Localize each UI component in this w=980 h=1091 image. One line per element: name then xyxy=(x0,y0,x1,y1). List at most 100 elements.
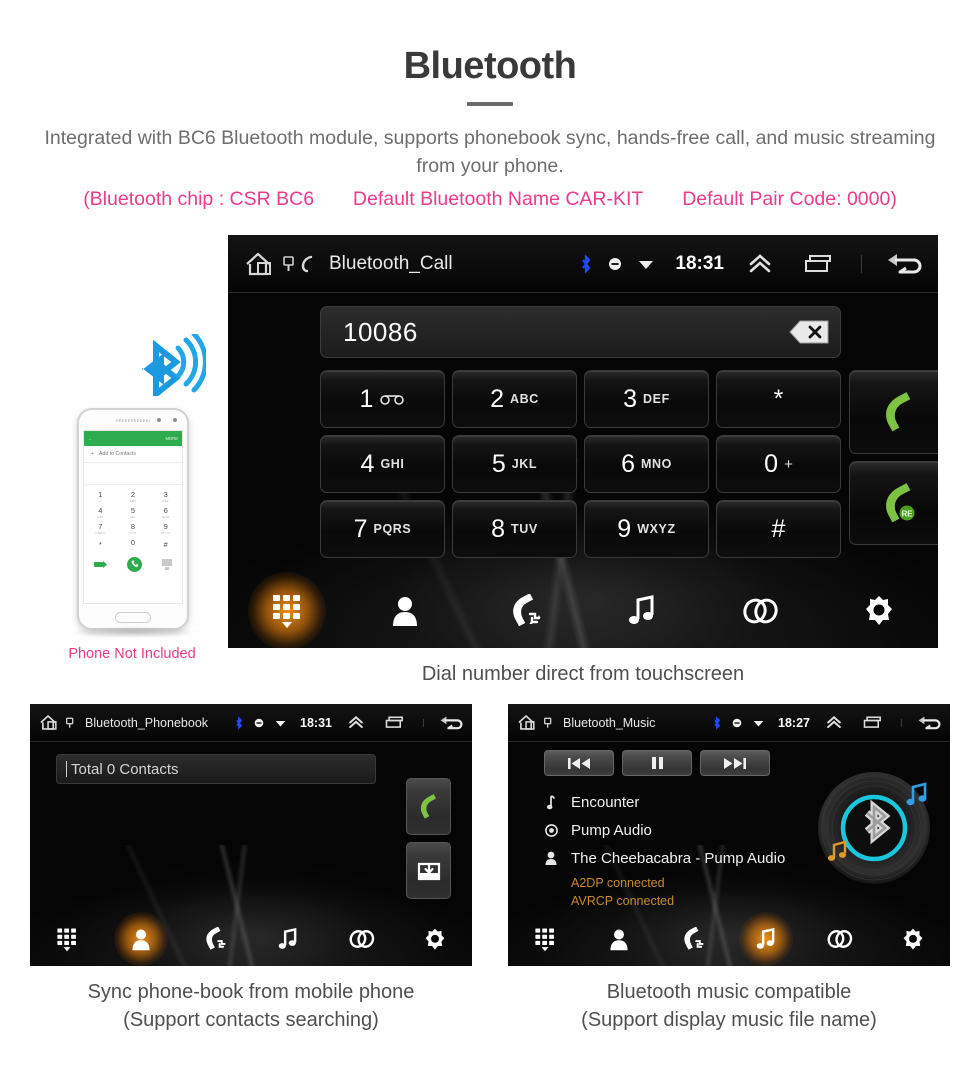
phone-key-digit: 0 xyxy=(130,538,136,548)
call-history-icon xyxy=(513,594,541,627)
contacts-search-input[interactable]: Total 0 Contacts xyxy=(56,754,376,784)
phone-call-button xyxy=(127,556,142,572)
phone-camera xyxy=(173,418,177,422)
key-4[interactable]: 4 GHI xyxy=(320,435,445,493)
next-track-button[interactable] xyxy=(700,750,770,776)
bottom-nav xyxy=(30,912,472,966)
nav-settings[interactable] xyxy=(398,928,472,951)
phone-key: # xyxy=(149,537,182,553)
call-button[interactable] xyxy=(849,370,938,454)
recents-icon[interactable] xyxy=(801,251,837,277)
key-2[interactable]: 2 ABC xyxy=(452,370,577,428)
nav-call-history[interactable] xyxy=(465,594,583,628)
nav-music[interactable] xyxy=(251,927,325,951)
link-icon xyxy=(349,930,375,948)
bluetooth-signal-icon xyxy=(142,334,206,396)
key-digit: 2 xyxy=(490,384,504,413)
person-icon xyxy=(544,851,558,865)
nav-link[interactable] xyxy=(325,929,399,949)
nav-settings[interactable] xyxy=(820,595,938,627)
pause-button[interactable] xyxy=(622,750,692,776)
dial-number-field[interactable]: 10086 xyxy=(320,306,841,358)
phonebook-caption: Sync phone-book from mobile phone (Suppo… xyxy=(30,978,472,1035)
phone-app-header: ← MORE xyxy=(84,431,182,446)
key-hash[interactable]: # xyxy=(716,500,841,558)
key-letters: JKL xyxy=(511,457,538,471)
phone-home-button xyxy=(115,612,151,623)
page-title: Bluetooth xyxy=(403,45,577,87)
phone-key: 1 ∞ xyxy=(84,489,117,505)
page-subtitle: Integrated with BC6 Bluetooth module, su… xyxy=(44,126,936,178)
redial-button[interactable]: RE xyxy=(849,461,938,545)
music-note-icon xyxy=(278,927,297,949)
nav-dialpad[interactable] xyxy=(508,927,582,952)
mute-icon xyxy=(732,718,742,727)
nav-call-history[interactable] xyxy=(177,927,251,951)
key-1[interactable]: 1 xyxy=(320,370,445,428)
key-9[interactable]: 9 WXYZ xyxy=(584,500,709,558)
phone-handset-icon xyxy=(420,794,436,819)
nav-settings[interactable] xyxy=(876,928,950,951)
key-3[interactable]: 3 DEF xyxy=(584,370,709,428)
key-digit: 1 xyxy=(359,384,374,413)
key-digit: 7 xyxy=(353,514,368,543)
phone-key-letters: ABC xyxy=(129,498,137,503)
phonebook-caption-line2: (Support contacts searching) xyxy=(123,1009,379,1032)
backspace-icon[interactable] xyxy=(774,315,830,349)
gear-icon xyxy=(903,928,923,950)
spec-bluetooth-name: Default Bluetooth Name CAR-KIT xyxy=(352,188,644,211)
contacts-count-label: Total 0 Contacts xyxy=(71,760,179,778)
phone-redial-icon: RE xyxy=(886,483,915,523)
chevron-up-icon[interactable] xyxy=(824,714,844,731)
key-5[interactable]: 5 JKL xyxy=(452,435,577,493)
phone-speaker xyxy=(116,419,150,422)
key-8[interactable]: 8 TUV xyxy=(452,500,577,558)
phone-key: 2 ABC xyxy=(117,489,150,505)
recents-icon[interactable] xyxy=(383,714,407,731)
phonebook-side-buttons xyxy=(406,778,451,899)
call-button[interactable] xyxy=(406,778,451,835)
chevron-up-icon[interactable] xyxy=(346,714,366,731)
home-icon[interactable] xyxy=(517,714,539,731)
nav-dialpad[interactable] xyxy=(30,927,104,952)
phone-not-included-note: Phone Not Included xyxy=(68,646,196,662)
back-arrow-icon[interactable] xyxy=(916,713,942,733)
link-icon xyxy=(743,598,779,624)
call-history-icon xyxy=(684,927,704,950)
phone-keypad: 1 ∞ 2 ABC 3 DEF 4 GHI 5 JKL 6 MNO 7 PQRS 8 TUV 9… xyxy=(84,485,182,553)
key-digit: 0 xyxy=(764,449,779,478)
call-history-icon xyxy=(206,927,226,950)
home-icon[interactable] xyxy=(244,251,278,277)
key-star[interactable]: * xyxy=(716,370,841,428)
nav-contacts[interactable] xyxy=(104,928,178,951)
chevron-up-icon[interactable] xyxy=(745,251,775,277)
nav-music[interactable] xyxy=(583,595,701,627)
nav-music[interactable] xyxy=(729,927,803,951)
next-icon xyxy=(724,757,746,769)
nav-dialpad[interactable] xyxy=(228,593,346,629)
nav-contacts[interactable] xyxy=(582,928,656,951)
key-6[interactable]: 6 MNO xyxy=(584,435,709,493)
svg-text:RE: RE xyxy=(901,510,913,519)
key-0[interactable]: 0 + xyxy=(716,435,841,493)
phone-key-digit: * xyxy=(98,540,102,550)
download-contacts-button[interactable] xyxy=(406,842,451,899)
back-arrow-icon[interactable] xyxy=(438,713,464,733)
download-icon xyxy=(417,862,440,880)
key-7[interactable]: 7 PQRS xyxy=(320,500,445,558)
bluetooth-icon xyxy=(714,715,721,730)
previous-track-button[interactable] xyxy=(544,750,614,776)
album-art xyxy=(812,766,936,895)
recents-icon[interactable] xyxy=(861,714,885,731)
phone-sim-icon xyxy=(94,560,107,568)
spec-line: (Bluetooth chip : CSR BC6 Default Blueto… xyxy=(0,188,980,211)
nav-link[interactable] xyxy=(803,929,877,949)
back-arrow-icon[interactable] xyxy=(884,249,924,279)
nav-call-history[interactable] xyxy=(655,927,729,951)
nav-contacts[interactable] xyxy=(346,595,464,627)
sim-card-icon xyxy=(283,255,294,271)
phone-handset-icon xyxy=(301,255,313,272)
nav-link[interactable] xyxy=(701,597,819,625)
phone-key-digit: 5 xyxy=(130,506,136,516)
home-icon[interactable] xyxy=(39,714,61,731)
